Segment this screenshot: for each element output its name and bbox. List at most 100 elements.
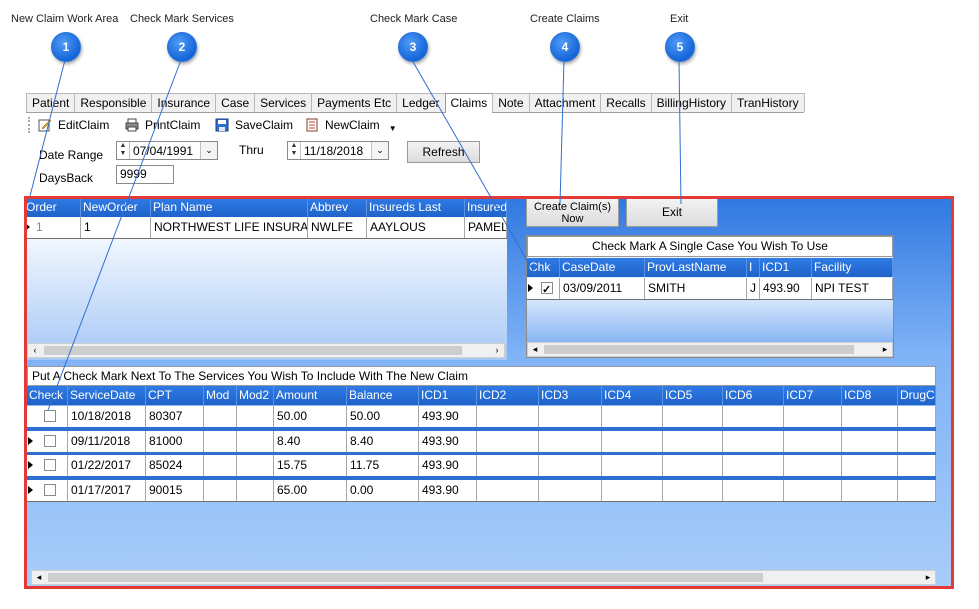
cell-mod[interactable] (204, 430, 237, 452)
scroll-left-icon[interactable]: ‹ (28, 344, 42, 357)
cell-balance[interactable]: 50.00 (347, 406, 419, 427)
cell-icd8[interactable] (842, 455, 898, 476)
column-header-insureds-last[interactable]: Insureds Last (367, 198, 465, 217)
column-header-abbrev[interactable]: Abbrev (308, 198, 367, 217)
tab-billinghistory[interactable]: BillingHistory (650, 93, 732, 112)
cell-cpt[interactable]: 81000 (146, 430, 204, 452)
cell-icd4[interactable] (602, 455, 663, 476)
cell-icd2[interactable] (477, 430, 539, 452)
cell-amount[interactable]: 8.40 (274, 430, 347, 452)
cell-icd3[interactable] (539, 406, 602, 427)
cell-mod2[interactable] (237, 455, 274, 476)
column-header-icd1[interactable]: ICD1 (760, 258, 812, 277)
cell-mod[interactable] (204, 455, 237, 476)
column-header-mod2[interactable]: Mod2 (237, 386, 274, 405)
column-header-cpt[interactable]: CPT (146, 386, 204, 405)
column-header-chk[interactable]: Chk (527, 258, 560, 277)
column-header-neworder[interactable]: NewOrder (81, 198, 151, 217)
service-check-cell[interactable] (27, 455, 68, 476)
cell-drugco[interactable] (898, 479, 936, 501)
cell-drugco[interactable] (898, 430, 936, 452)
column-header-servicedate[interactable]: ServiceDate (68, 386, 146, 405)
cell-facility[interactable]: NPI TEST (812, 278, 893, 299)
cell-drugco[interactable] (898, 455, 936, 476)
cell-icd7[interactable] (784, 406, 842, 427)
scroll-left-icon[interactable]: ◂ (528, 343, 542, 356)
date-to-spinner[interactable]: ▲ ▼ (288, 142, 301, 159)
case-checkbox[interactable] (541, 280, 553, 299)
cell-icd5[interactable] (663, 430, 723, 452)
cell-insureds-last[interactable]: AAYLOUS (367, 217, 465, 238)
cell-icd6[interactable] (723, 455, 784, 476)
cell-balance[interactable]: 0.00 (347, 479, 419, 501)
tab-payments-etc[interactable]: Payments Etc (311, 93, 398, 112)
cell-amount[interactable]: 15.75 (274, 455, 347, 476)
cell-icd6[interactable] (723, 406, 784, 427)
case-check-cell[interactable] (527, 278, 560, 299)
scroll-thumb[interactable] (48, 573, 763, 582)
column-header-amount[interactable]: Amount (274, 386, 347, 405)
insurance-grid-scrollbar[interactable]: ‹ › (27, 343, 505, 358)
column-header-icd6[interactable]: ICD6 (723, 386, 784, 405)
chevron-down-icon[interactable]: ⌄ (200, 142, 217, 159)
cell-plan-name[interactable]: NORTHWEST LIFE INSURA (151, 217, 308, 238)
column-header-icd3[interactable]: ICD3 (539, 386, 602, 405)
cell-icd6[interactable] (723, 430, 784, 452)
cell-cpt[interactable]: 80307 (146, 406, 204, 427)
tab-attachment[interactable]: Attachment (528, 93, 602, 112)
tab-recalls[interactable]: Recalls (600, 93, 652, 112)
cell-icd4[interactable] (602, 406, 663, 427)
refresh-button[interactable]: Refresh (407, 141, 480, 163)
cell-balance[interactable]: 11.75 (347, 455, 419, 476)
cell-insured[interactable]: PAMEL (465, 217, 507, 238)
scroll-thumb[interactable] (544, 345, 854, 354)
cell-abbrev[interactable]: NWLFE (308, 217, 367, 238)
cell-icd7[interactable] (784, 455, 842, 476)
column-header-mod[interactable]: Mod (204, 386, 237, 405)
new-claim-button[interactable]: NewClaim ▼ (305, 116, 397, 134)
services-grid-scrollbar[interactable]: ◂ ▸ (31, 570, 936, 585)
cell-icd4[interactable] (602, 479, 663, 501)
cell-icd2[interactable] (477, 455, 539, 476)
tab-note[interactable]: Note (492, 93, 530, 112)
scroll-thumb[interactable] (44, 346, 462, 355)
cell-icd2[interactable] (477, 406, 539, 427)
cell-mod2[interactable] (237, 406, 274, 427)
column-header-i[interactable]: I (747, 258, 760, 277)
save-claim-button[interactable]: SaveClaim (215, 116, 293, 134)
cell-icd5[interactable] (663, 455, 723, 476)
cell-provlastname[interactable]: SMITH (645, 278, 747, 299)
cell-icd1[interactable]: 493.90 (419, 430, 477, 452)
tab-claims[interactable]: Claims (444, 93, 494, 113)
column-header-drugco[interactable]: DrugCo (898, 386, 936, 405)
chevron-down-icon[interactable]: ⌄ (371, 142, 388, 159)
service-checkbox[interactable] (44, 459, 56, 471)
column-header-facility[interactable]: Facility (812, 258, 893, 277)
column-header-balance[interactable]: Balance (347, 386, 419, 405)
cell-servicedate[interactable]: 09/11/2018 (68, 430, 146, 452)
create-claims-button[interactable]: Create Claim(s) Now (526, 197, 619, 227)
column-header-icd8[interactable]: ICD8 (842, 386, 898, 405)
cell-cpt[interactable]: 85024 (146, 455, 204, 476)
cell-drugco[interactable] (898, 406, 936, 427)
column-header-provlastname[interactable]: ProvLastName (645, 258, 747, 277)
cell-icd5[interactable] (663, 406, 723, 427)
cell-icd8[interactable] (842, 406, 898, 427)
date-from-picker[interactable]: ▲ ▼ 07/04/1991 ⌄ (116, 141, 218, 160)
date-to-picker[interactable]: ▲ ▼ 11/18/2018 ⌄ (287, 141, 389, 160)
tab-responsible[interactable]: Responsible (74, 93, 153, 112)
column-header-icd5[interactable]: ICD5 (663, 386, 723, 405)
cell-icd4[interactable] (602, 430, 663, 452)
column-header-casedate[interactable]: CaseDate (560, 258, 645, 277)
cell-order[interactable]: 1 (24, 217, 81, 238)
service-check-cell[interactable] (27, 479, 68, 501)
cell-amount[interactable]: 65.00 (274, 479, 347, 501)
cell-mod[interactable] (204, 406, 237, 427)
table-row[interactable]: 03/09/2011SMITHJ493.90NPI TEST (527, 278, 893, 300)
cell-balance[interactable]: 8.40 (347, 430, 419, 452)
service-checkbox[interactable] (44, 483, 56, 496)
tab-ledger[interactable]: Ledger (396, 93, 446, 112)
cell-mod2[interactable] (237, 430, 274, 452)
tab-case[interactable]: Case (215, 93, 256, 112)
column-header-check[interactable]: Check (27, 386, 68, 405)
